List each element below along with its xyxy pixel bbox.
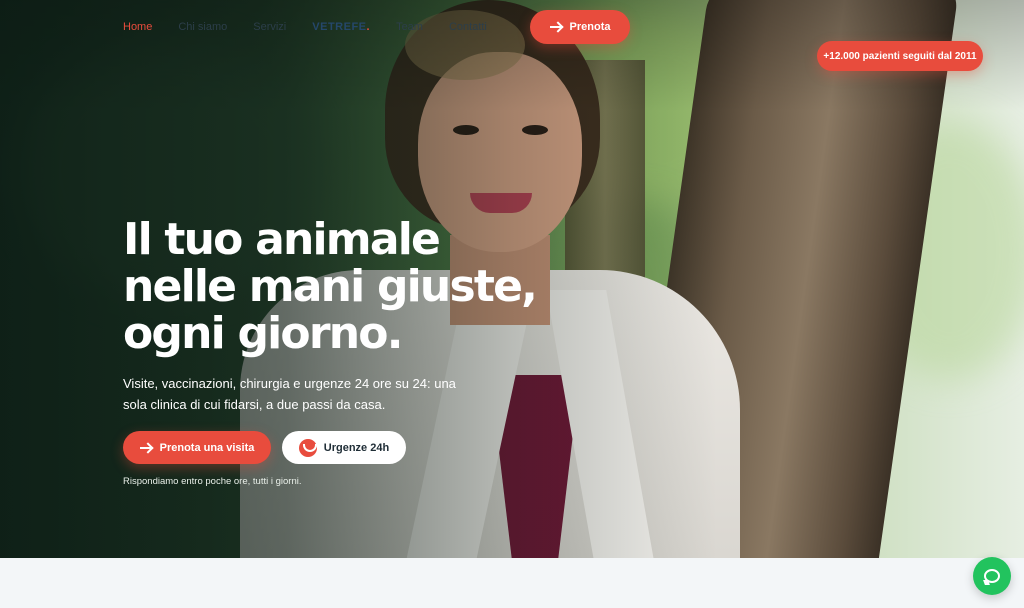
chat-button[interactable] xyxy=(973,557,1011,595)
arrow-right-icon xyxy=(549,23,562,31)
headline-line-1: Il tuo animale xyxy=(123,214,441,265)
nav-item-home[interactable]: Home xyxy=(123,21,152,33)
emergency-label: Urgenze 24h xyxy=(323,441,390,454)
book-visit-button[interactable]: Prenota una visita xyxy=(123,431,271,464)
prenota-label: Prenota xyxy=(569,21,611,33)
prenota-button[interactable]: Prenota xyxy=(530,10,630,44)
badge-label: +12.000 pazienti seguiti dal 2011 xyxy=(823,50,977,62)
hero-headline: Il tuo animale nelle mani giuste, ogni g… xyxy=(123,216,583,357)
headline-line-3: ogni giorno. xyxy=(123,308,403,359)
book-visit-label: Prenota una visita xyxy=(159,441,255,454)
nav-item-contatti[interactable]: Contatti xyxy=(449,21,487,33)
nav-item-team[interactable]: Team xyxy=(396,21,423,33)
emergency-icon xyxy=(298,438,317,457)
nav-item-chi-siamo[interactable]: Chi siamo xyxy=(178,21,227,33)
hero-subtitle: Visite, vaccinazioni, chirurgia e urgenz… xyxy=(123,376,456,412)
headline-line-2: nelle mani giuste, xyxy=(123,261,538,312)
site-logo[interactable]: VETREFE. xyxy=(312,21,370,33)
logo-dot: . xyxy=(366,21,371,33)
hero-section: Home Chi siamo Servizi VETREFE. Team Con… xyxy=(0,0,1024,558)
response-note: Rispondiamo entro poche ore, tutti i gio… xyxy=(123,476,302,487)
nav-item-servizi[interactable]: Servizi xyxy=(253,21,286,33)
arrow-right-icon xyxy=(139,444,152,452)
patients-badge: +12.000 pazienti seguiti dal 2011 xyxy=(817,41,983,71)
emergency-button[interactable]: Urgenze 24h xyxy=(282,431,406,464)
chat-icon xyxy=(984,569,1000,583)
main-nav: Home Chi siamo Servizi VETREFE. Team Con… xyxy=(123,18,513,36)
logo-text: VETREFE xyxy=(312,21,367,33)
